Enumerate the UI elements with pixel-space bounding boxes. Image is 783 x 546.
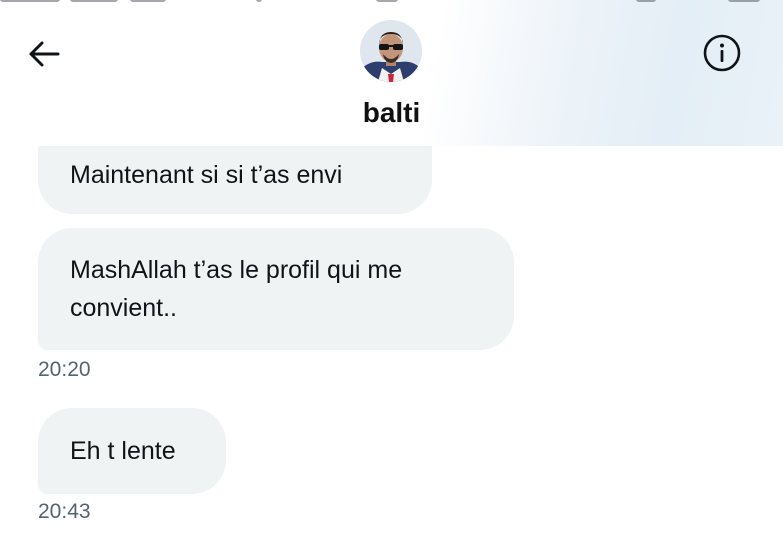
message-bubble[interactable]: Maintenant si si t’as envi <box>38 146 432 214</box>
info-circle-icon <box>703 34 741 72</box>
message-bubble[interactable]: Eh t lente <box>38 408 226 494</box>
conversation-header: balti <box>0 0 783 146</box>
message-text: Eh t lente <box>70 437 176 465</box>
message-text: MashAllah t’as le profil qui me convient… <box>70 256 403 322</box>
info-button[interactable] <box>700 31 744 75</box>
message-text: Maintenant si si t’as envi <box>70 161 343 189</box>
back-button[interactable] <box>22 32 66 76</box>
message-timestamp: 20:43 <box>38 500 91 523</box>
message-bubble[interactable]: MashAllah t’as le profil qui me convient… <box>38 228 514 350</box>
conversation-username[interactable]: balti <box>0 97 783 129</box>
status-bar <box>0 0 783 6</box>
message-timestamp: 20:20 <box>38 358 91 381</box>
profile-photo <box>360 20 422 82</box>
avatar[interactable] <box>360 20 422 82</box>
arrow-left-icon <box>29 41 60 67</box>
